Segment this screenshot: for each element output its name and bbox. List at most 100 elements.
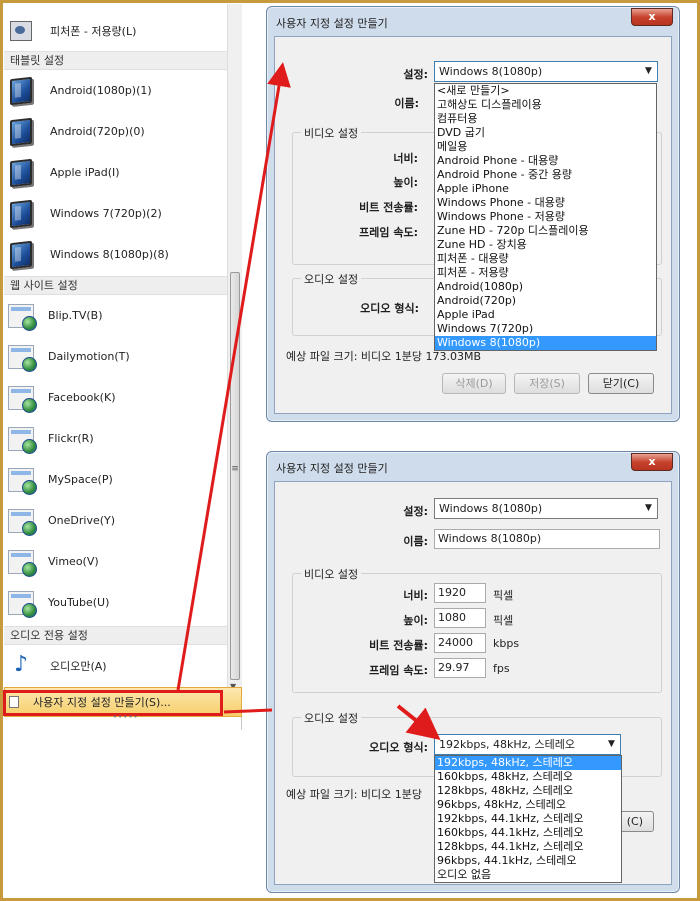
menu-item-label: MySpace(P) bbox=[48, 473, 113, 486]
title-bar[interactable]: 사용자 지정 설정 만들기 x bbox=[267, 7, 679, 35]
dropdown-option[interactable]: DVD 굽기 bbox=[435, 126, 656, 140]
dropdown-option[interactable]: 128kbps, 48kHz, 스테레오 bbox=[435, 784, 621, 798]
dropdown-option[interactable]: 오디오 없음 bbox=[435, 868, 621, 882]
setting-label: 설정: bbox=[403, 505, 428, 518]
dropdown-option[interactable]: Windows Phone - 대용량 bbox=[435, 196, 656, 210]
menu-item[interactable]: Windows 7(720p)(2) bbox=[4, 193, 227, 234]
web-globe-icon bbox=[8, 508, 37, 536]
create-custom-setting-item[interactable]: 사용자 지정 설정 만들기(S)... ••••• bbox=[3, 687, 242, 721]
dropdown-option[interactable]: 128kbps, 44.1kHz, 스테레오 bbox=[435, 840, 621, 854]
dropdown-option[interactable]: Android Phone - 대용량 bbox=[435, 154, 656, 168]
width-unit: 픽셀 bbox=[493, 589, 514, 602]
menu-item[interactable]: Android(720p)(0) bbox=[4, 111, 227, 152]
menu-item[interactable]: Vimeo(V) bbox=[4, 541, 227, 582]
dropdown-option[interactable]: 160kbps, 48kHz, 스테레오 bbox=[435, 770, 621, 784]
close-button[interactable]: x bbox=[631, 453, 673, 471]
audio-settings-title: 오디오 설정 bbox=[301, 710, 362, 726]
menu-item-label: Apple iPad(I) bbox=[50, 166, 120, 179]
close-button[interactable]: x bbox=[631, 8, 673, 26]
dropdown-option[interactable]: 메일용 bbox=[435, 140, 656, 154]
section-audio: 오디오 전용 설정 bbox=[4, 626, 227, 645]
dropdown-option[interactable]: <새로 만들기> bbox=[435, 84, 656, 98]
tablet-icon bbox=[10, 240, 32, 269]
delete-button[interactable]: 삭제(D) bbox=[442, 373, 506, 394]
width-field[interactable]: 1920 bbox=[434, 583, 486, 603]
setting-combo[interactable]: Windows 8(1080p) ▼ bbox=[434, 61, 658, 82]
dropdown-option[interactable]: 96kbps, 44.1kHz, 스테레오 bbox=[435, 854, 621, 868]
menu-item-label: Android(1080p)(1) bbox=[50, 84, 152, 97]
menu-item-label: Vimeo(V) bbox=[48, 555, 99, 568]
chevron-down-icon[interactable]: ▼ bbox=[640, 499, 657, 518]
menu-item[interactable]: Facebook(K) bbox=[4, 377, 227, 418]
title-bar[interactable]: 사용자 지정 설정 만들기 x bbox=[267, 452, 679, 480]
dropdown-option[interactable]: 피처폰 - 저용량 bbox=[435, 266, 656, 280]
dropdown-option[interactable]: Windows Phone - 저용량 bbox=[435, 210, 656, 224]
menu-item-label: Windows 7(720p)(2) bbox=[50, 207, 162, 220]
dropdown-option[interactable]: Windows 7(720p) bbox=[435, 322, 656, 336]
chevron-down-icon[interactable]: ▼ bbox=[640, 62, 657, 81]
menu-item[interactable]: MySpace(P) bbox=[4, 459, 227, 500]
menu-item[interactable]: Apple iPad(I) bbox=[4, 152, 227, 193]
menu-item[interactable]: Blip.TV(B) bbox=[4, 295, 227, 336]
menu-scrollbar[interactable]: ≡ ▼ bbox=[227, 4, 242, 694]
tablet-icon bbox=[10, 158, 32, 187]
menu-item-label: Blip.TV(B) bbox=[48, 309, 103, 322]
menu-item-label: Android(720p)(0) bbox=[50, 125, 145, 138]
web-globe-icon bbox=[8, 385, 37, 413]
scrollbar-thumb[interactable] bbox=[230, 272, 240, 680]
audio-format-combo[interactable]: 192kbps, 48kHz, 스테레오 ▼ bbox=[434, 734, 621, 755]
height-field[interactable]: 1080 bbox=[434, 608, 486, 628]
name-field[interactable]: Windows 8(1080p) bbox=[434, 529, 660, 549]
dropdown-option[interactable]: Zune HD - 720p 디스플레이용 bbox=[435, 224, 656, 238]
bitrate-label: 비트 전송률: bbox=[359, 201, 418, 214]
scrollbar-grip-icon: ≡ bbox=[231, 464, 239, 474]
menu-item-label: Windows 8(1080p)(8) bbox=[50, 248, 169, 261]
setting-combo-value: Windows 8(1080p) bbox=[439, 65, 543, 78]
dropdown-option[interactable]: Apple iPad bbox=[435, 308, 656, 322]
width-label: 너비: bbox=[393, 152, 418, 165]
web-globe-icon bbox=[8, 344, 37, 372]
bitrate-unit: kbps bbox=[493, 637, 520, 650]
menu-item[interactable]: Windows 8(1080p)(8) bbox=[4, 234, 227, 275]
height-label: 높이: bbox=[393, 176, 418, 189]
tablet-icon bbox=[10, 199, 32, 228]
dropdown-option[interactable]: 피처폰 - 대용량 bbox=[435, 252, 656, 266]
dropdown-option[interactable]: 96kbps, 48kHz, 스테레오 bbox=[435, 798, 621, 812]
framerate-field[interactable]: 29.97 bbox=[434, 658, 486, 678]
audio-settings-title: 오디오 설정 bbox=[301, 271, 362, 287]
dropdown-option[interactable]: Zune HD - 장치용 bbox=[435, 238, 656, 252]
dropdown-option[interactable]: 160kbps, 44.1kHz, 스테레오 bbox=[435, 826, 621, 840]
estimate-text: 예상 파일 크기: 비디오 1분당 bbox=[286, 788, 423, 801]
setting-combo[interactable]: Windows 8(1080p) ▼ bbox=[434, 498, 658, 519]
dropdown-option[interactable]: 192kbps, 48kHz, 스테레오 bbox=[435, 756, 621, 770]
web-globe-icon bbox=[8, 426, 37, 454]
dropdown-option[interactable]: Android Phone - 중간 용량 bbox=[435, 168, 656, 182]
web-globe-icon bbox=[8, 303, 37, 331]
chevron-down-icon[interactable]: ▼ bbox=[603, 735, 620, 754]
menu-item[interactable]: Dailymotion(T) bbox=[4, 336, 227, 377]
dropdown-option[interactable]: 고해상도 디스플레이용 bbox=[435, 98, 656, 112]
music-note-icon: ♪ bbox=[13, 651, 29, 677]
dropdown-option[interactable]: Android(1080p) bbox=[435, 280, 656, 294]
menu-item[interactable]: YouTube(U) bbox=[4, 582, 227, 623]
menu-item-feature-phone-low[interactable]: 피처폰 - 저용량(L) bbox=[4, 10, 227, 51]
dropdown-option[interactable]: Android(720p) bbox=[435, 294, 656, 308]
menu-item[interactable]: Flickr(R) bbox=[4, 418, 227, 459]
save-button[interactable]: 저장(S) bbox=[514, 373, 580, 394]
audio-format-combo-value: 192kbps, 48kHz, 스테레오 bbox=[439, 738, 575, 751]
dropdown-option[interactable]: Apple iPhone bbox=[435, 182, 656, 196]
menu-item[interactable]: Android(1080p)(1) bbox=[4, 70, 227, 111]
name-label: 이름: bbox=[394, 97, 419, 110]
dropdown-option[interactable]: Windows 8(1080p) bbox=[435, 336, 656, 350]
close-dialog-button[interactable]: 닫기(C) bbox=[588, 373, 654, 394]
setting-label: 설정: bbox=[403, 68, 428, 81]
tablet-icon bbox=[10, 76, 32, 105]
web-globe-icon bbox=[8, 549, 37, 577]
bitrate-field[interactable]: 24000 bbox=[434, 633, 486, 653]
dropdown-option[interactable]: 192kbps, 44.1kHz, 스테레오 bbox=[435, 812, 621, 826]
menu-item[interactable]: OneDrive(Y) bbox=[4, 500, 227, 541]
resize-grip-icon: ••••• bbox=[113, 713, 139, 721]
dropdown-option[interactable]: 컴퓨터용 bbox=[435, 112, 656, 126]
preset-menu: 피처폰 - 저용량(L) 태블릿 설정 Android(1080p)(1) And… bbox=[3, 4, 242, 730]
menu-item[interactable]: ♪ 오디오만(A) bbox=[4, 645, 227, 686]
